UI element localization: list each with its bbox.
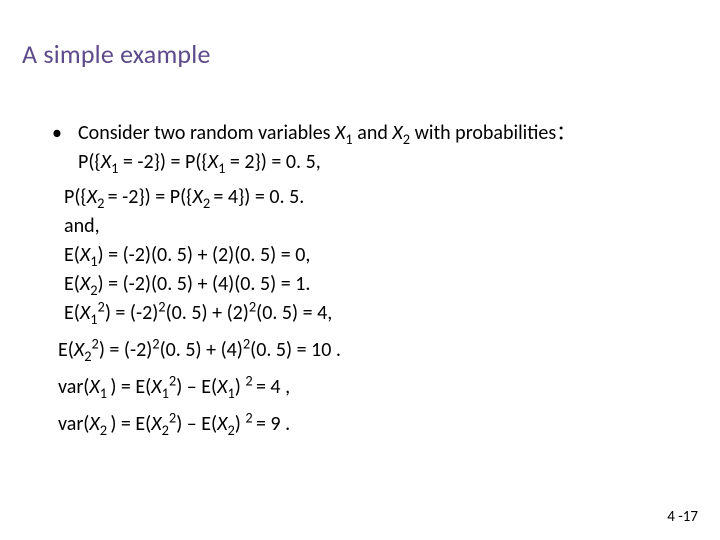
t: var( <box>58 412 89 436</box>
var: X <box>74 338 84 362</box>
sub: 2 <box>203 194 214 212</box>
t: P({ <box>78 150 101 174</box>
var: X <box>217 375 227 399</box>
sub: 1 <box>90 310 97 328</box>
t: (0. 5) + (2) <box>166 301 249 325</box>
var: X <box>192 185 202 209</box>
var: X <box>89 412 99 436</box>
t: (0. 5) = 10 . <box>250 338 341 362</box>
t: ) = (-2) <box>105 301 158 325</box>
sup: 2 <box>245 371 256 389</box>
var: X <box>80 272 90 296</box>
t: ) = E( <box>110 412 151 436</box>
var: X <box>80 243 90 267</box>
prob-line-2: P({X2 = -2}) = P({X2 = 4}) = 0. 5. <box>64 184 690 211</box>
var: X <box>87 185 97 209</box>
slide-title: A simple example <box>22 38 211 70</box>
and-line: and, <box>64 213 690 240</box>
t: = 4 , <box>256 375 290 399</box>
sub: 2 <box>84 347 91 365</box>
var: X <box>89 375 99 399</box>
sup: 2 <box>92 334 99 352</box>
var: X <box>151 375 161 399</box>
ex1-line: E(X1) = (-2)(0. 5) + (2)(0. 5) = 0, <box>64 242 690 269</box>
sub: 1 <box>162 384 169 402</box>
sup: 2 <box>98 297 105 315</box>
t: = 4}) = 0. 5. <box>213 185 304 209</box>
sub: 1 <box>100 384 111 402</box>
sup: 2 <box>158 297 165 315</box>
t: E( <box>58 338 74 362</box>
t: ) – E( <box>176 412 217 436</box>
sub: 1 <box>228 384 235 402</box>
t: var( <box>58 375 89 399</box>
t: ) = E( <box>110 375 151 399</box>
var: X <box>151 412 161 436</box>
ex2sq-line: E(X22) = (-2)2(0. 5) + (4)2(0. 5) = 10 . <box>58 337 690 364</box>
t: ) = (-2) <box>99 338 152 362</box>
lead-text: Consider two random variables <box>78 121 335 145</box>
sub: 2 <box>90 281 97 299</box>
var2-line: var(X2 ) = E(X22) – E(X2) 2 = 9 . <box>58 411 690 438</box>
prob-line-1: P({X1 = -2}) = P({X1 = 2}) = 0. 5, <box>78 149 690 176</box>
sub: 2 <box>97 194 108 212</box>
sub: 2 <box>162 421 169 439</box>
sub: 1 <box>90 252 97 270</box>
var-x2: X <box>392 121 402 145</box>
t: (0. 5) = 4, <box>256 301 332 325</box>
ex1sq-line: E(X12) = (-2)2(0. 5) + (2)2(0. 5) = 4, <box>64 300 690 327</box>
sub: 2 <box>100 421 111 439</box>
lead-end: with probabilities： <box>410 121 576 145</box>
t: E( <box>64 301 80 325</box>
page-number: 4 -17 <box>667 508 698 526</box>
sub: 2 <box>228 421 235 439</box>
t: = 9 . <box>256 412 290 436</box>
t: = 2}) = 0. 5, <box>225 150 320 174</box>
bullet-text: Consider two random variables X1 and X2 … <box>78 120 690 176</box>
sub-1: 1 <box>345 130 352 148</box>
slide: A simple example • Consider two random v… <box>0 0 720 540</box>
t: (0. 5) + (4) <box>160 338 243 362</box>
sup: 2 <box>152 334 159 352</box>
lead-mid: and <box>353 121 393 145</box>
sup: 2 <box>245 408 256 426</box>
t: ) <box>235 375 246 399</box>
sub-2: 2 <box>403 130 410 148</box>
bullet-item: • Consider two random variables X1 and X… <box>50 120 690 176</box>
var: X <box>80 301 90 325</box>
t: ) = (-2)(0. 5) + (4)(0. 5) = 1. <box>98 272 311 296</box>
t: P({ <box>64 185 87 209</box>
ex2-line: E(X2) = (-2)(0. 5) + (4)(0. 5) = 1. <box>64 271 690 298</box>
var1-line: var(X1 ) = E(X12) – E(X1) 2 = 4 , <box>58 374 690 401</box>
var-x1: X <box>335 121 345 145</box>
t: E( <box>64 272 80 296</box>
t: E( <box>64 243 80 267</box>
t: = -2}) = P({ <box>118 150 207 174</box>
var: X <box>217 412 227 436</box>
t: ) – E( <box>176 375 217 399</box>
var: X <box>101 150 111 174</box>
bullet-dot: • <box>50 120 78 176</box>
t: = -2}) = P({ <box>108 185 193 209</box>
t: ) = (-2)(0. 5) + (2)(0. 5) = 0, <box>98 243 311 267</box>
t: ) <box>235 412 246 436</box>
slide-body: • Consider two random variables X1 and X… <box>50 120 690 438</box>
var: X <box>208 150 218 174</box>
